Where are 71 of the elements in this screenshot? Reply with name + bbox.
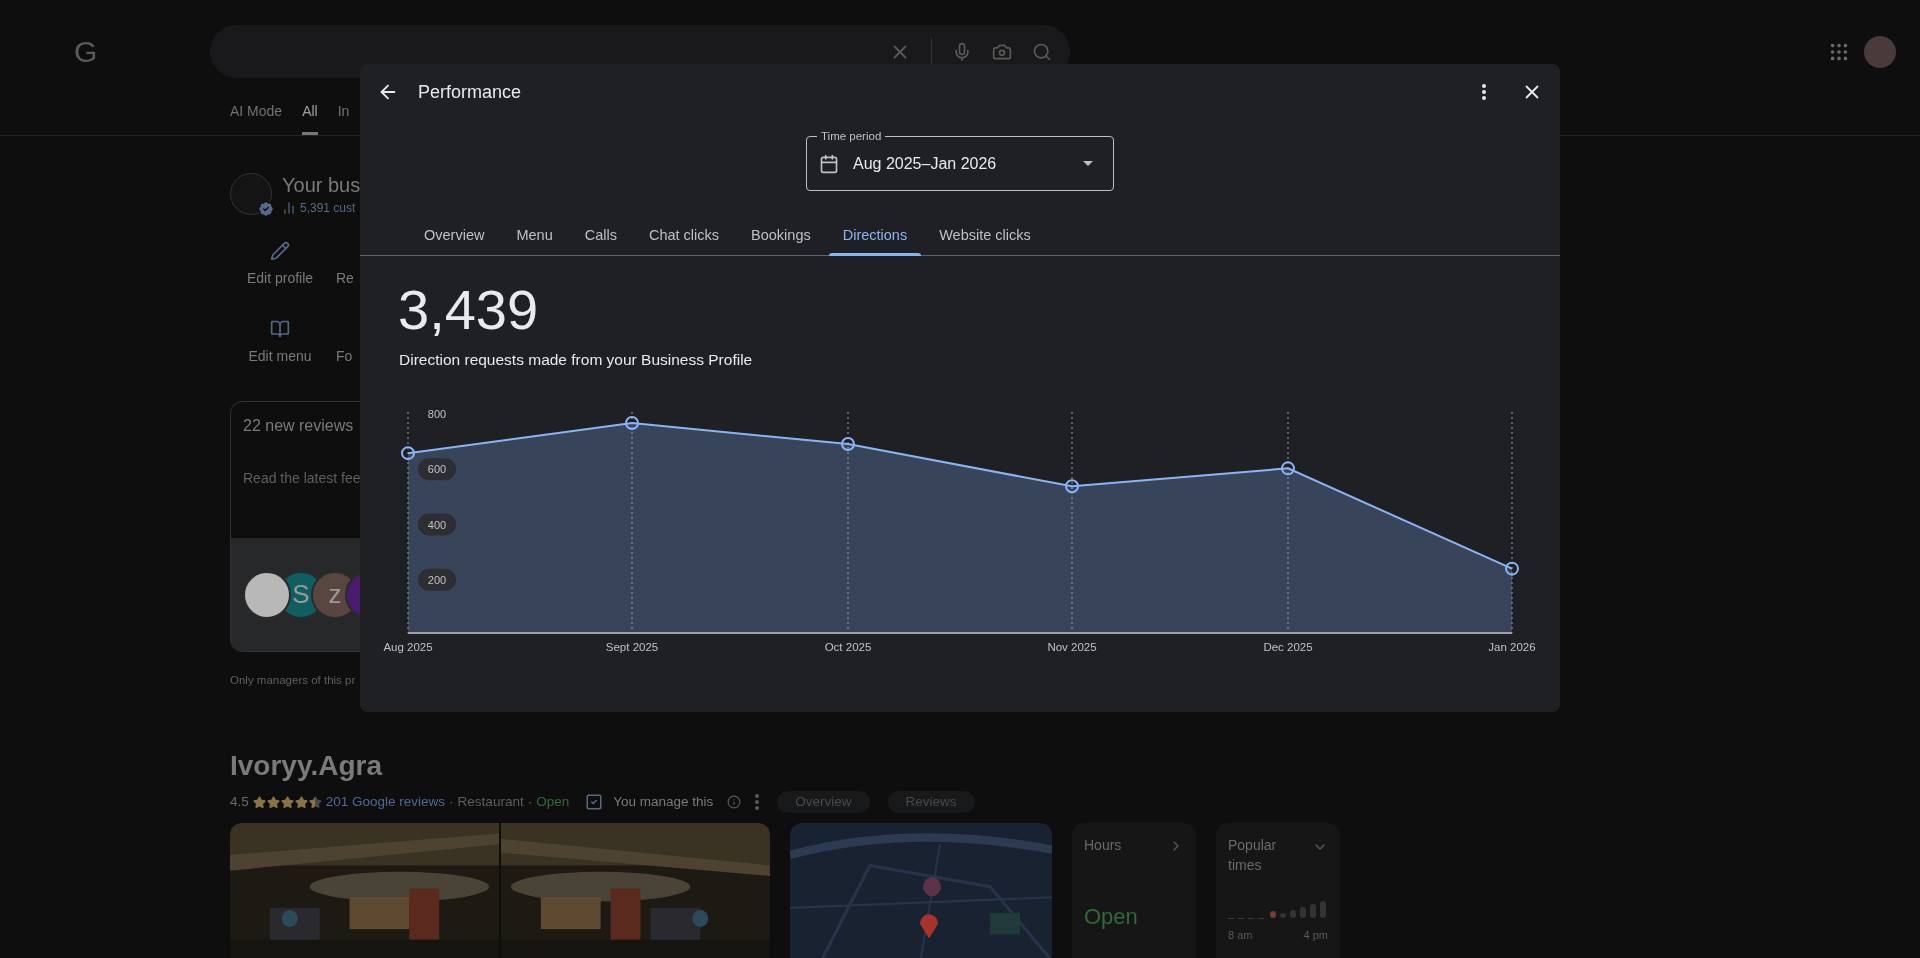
tab[interactable]: Chat clicks xyxy=(632,216,736,256)
customers-stat[interactable]: 5,391 cust xyxy=(300,199,356,217)
search-tab[interactable]: All xyxy=(302,101,318,135)
hours-card[interactable]: Hours Open xyxy=(1072,823,1196,958)
manage-text: You manage this xyxy=(613,793,714,812)
tab[interactable]: Menu xyxy=(500,216,569,256)
reviews-text: Read the latest fee xyxy=(243,469,362,488)
tab[interactable]: Website clicks xyxy=(923,216,1047,256)
hours-status: Open xyxy=(1084,903,1139,932)
stats-icon xyxy=(282,201,296,215)
y-tick-label: 400 xyxy=(427,518,447,531)
separator: · xyxy=(527,793,533,812)
point xyxy=(1505,561,1519,576)
star-icon xyxy=(294,795,308,809)
x-tick-label: Aug 2025 xyxy=(383,641,433,654)
tab[interactable]: Directions xyxy=(826,216,924,256)
point xyxy=(1065,479,1079,494)
x-tick-label: Dec 2025 xyxy=(1263,641,1313,654)
star-icon xyxy=(266,795,280,809)
y-tick-label: 800 xyxy=(427,408,447,421)
popular-times-card[interactable]: Popular times 8 am 4 pm xyxy=(1216,823,1340,958)
place-name: Ivoryy.Agra xyxy=(230,749,384,784)
category-text: Restaurant xyxy=(457,793,524,812)
star-icon xyxy=(252,795,266,809)
google-logo[interactable]: G xyxy=(74,29,210,74)
more-icon xyxy=(755,794,760,811)
popular-times-title: Popular times xyxy=(1228,836,1278,876)
x-tick-label: Nov 2025 xyxy=(1047,641,1097,654)
reviews-link[interactable]: 201 Google reviews xyxy=(325,792,446,813)
rating-value: 4.5 xyxy=(230,793,249,812)
action-button[interactable]: Edit menu xyxy=(230,319,330,367)
check-icon xyxy=(585,793,604,812)
x-tick-label: Oct 2025 xyxy=(824,641,872,654)
time-label: 4 pm xyxy=(1303,928,1328,944)
search-tab[interactable]: AI Mode xyxy=(230,101,283,135)
time-period-value: Aug 2025–Jan 2026 xyxy=(853,153,997,174)
star-icon xyxy=(308,795,322,809)
action-button[interactable]: Fo xyxy=(330,319,360,367)
point xyxy=(841,437,855,452)
hours-title: Hours xyxy=(1084,836,1122,856)
y-tick-label: 200 xyxy=(427,574,447,586)
pencil-icon xyxy=(270,241,290,261)
info-icon[interactable] xyxy=(727,795,742,810)
action-button[interactable]: Re xyxy=(330,241,360,289)
open-status: Open xyxy=(536,793,570,812)
search-icon[interactable] xyxy=(1032,41,1052,62)
tab[interactable]: Calls xyxy=(568,216,633,256)
star-icon xyxy=(280,795,294,809)
dialog-title: Performance xyxy=(418,80,522,104)
calendar-icon xyxy=(819,153,839,174)
microphone-icon[interactable] xyxy=(952,41,972,62)
separator: · xyxy=(449,793,454,812)
account-avatar[interactable] xyxy=(1864,35,1896,68)
field-label: Time period xyxy=(817,129,886,143)
total-count: 3,439 xyxy=(398,278,540,342)
reviews-title: 22 new reviews xyxy=(243,416,355,436)
more-icon xyxy=(1482,84,1486,100)
point xyxy=(401,446,415,461)
tab[interactable]: Bookings xyxy=(735,216,827,256)
search-tab[interactable]: In xyxy=(337,101,350,135)
chart-description: Direction requests made from your Business Profile xyxy=(399,350,754,370)
x-tick-label: Sept 2025 xyxy=(605,641,659,654)
business-title: Your bus xyxy=(282,173,361,197)
y-tick-label: 600 xyxy=(427,463,447,476)
managers-note: Only managers of this pr xyxy=(230,673,357,688)
book-icon xyxy=(269,319,291,339)
x-tick-label: Jan 2026 xyxy=(1488,641,1536,654)
dropdown-icon xyxy=(1083,161,1093,166)
tab[interactable]: Overview xyxy=(408,216,501,256)
action-button[interactable]: Edit profile xyxy=(230,241,330,289)
time-label: 8 am xyxy=(1228,928,1253,944)
